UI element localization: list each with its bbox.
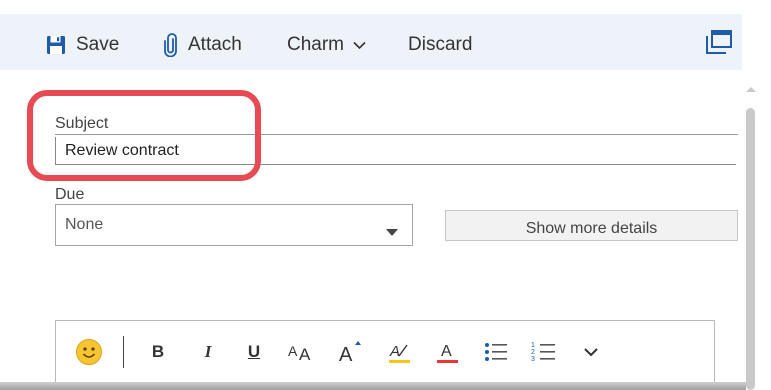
font-color-icon: A [437, 343, 458, 363]
chevron-down-icon [353, 41, 366, 50]
subject-label: Subject [55, 115, 109, 132]
svg-text:A: A [288, 343, 298, 359]
svg-text:A: A [441, 343, 452, 360]
paperclip-icon [164, 33, 178, 57]
numbering-icon: 1 2 3 [531, 342, 555, 363]
chevron-down-icon [584, 348, 598, 357]
dropdown-arrow-icon [386, 223, 398, 241]
popout-button[interactable] [704, 29, 734, 57]
highlight-icon: A [389, 343, 410, 363]
popout-icon [706, 30, 732, 54]
show-more-details-button[interactable]: Show more details [445, 210, 738, 241]
discard-button[interactable]: Discard [408, 33, 472, 57]
subject-divider [55, 134, 738, 135]
save-button[interactable]: Save [46, 33, 119, 57]
due-select[interactable]: None [55, 204, 413, 246]
subject-input[interactable] [55, 137, 736, 165]
due-label: Due [55, 186, 85, 203]
highlight-annotation [27, 90, 261, 181]
due-value: None [65, 216, 104, 233]
highlight-button[interactable]: A [386, 336, 414, 368]
font-color-button[interactable]: A [434, 336, 462, 368]
font-size-button[interactable]: A A [286, 336, 316, 368]
italic-button[interactable]: I [198, 336, 218, 368]
grow-font-button[interactable]: A [336, 336, 364, 368]
emoji-icon [76, 339, 102, 365]
charm-label: Charm [287, 34, 345, 55]
bold-button[interactable]: B [146, 336, 170, 368]
svg-text:3: 3 [531, 356, 535, 363]
font-size-icon: A A [288, 343, 311, 364]
grow-font-icon: A [339, 341, 361, 365]
discard-label: Discard [408, 34, 473, 55]
toolbar-separator [123, 336, 124, 368]
attach-button[interactable]: Attach [164, 33, 242, 57]
svg-text:A: A [389, 343, 400, 360]
svg-text:2: 2 [531, 349, 535, 356]
bullets-button[interactable] [482, 336, 510, 368]
svg-text:1: 1 [531, 342, 535, 349]
svg-text:A: A [299, 345, 311, 364]
scrollbar-thumb[interactable] [746, 108, 755, 390]
numbering-button[interactable]: 1 2 3 [530, 336, 558, 368]
emoji-button[interactable] [74, 336, 104, 368]
bullets-icon [485, 343, 507, 361]
bottom-edge-shadow [0, 382, 746, 390]
save-icon [46, 35, 66, 55]
save-label: Save [76, 34, 120, 55]
charm-dropdown[interactable]: Charm [287, 33, 366, 57]
more-formatting-button[interactable] [578, 336, 604, 368]
svg-text:A: A [339, 344, 353, 365]
scroll-up-arrow[interactable] [744, 82, 758, 94]
underline-button[interactable]: U [243, 336, 265, 368]
attach-label: Attach [188, 34, 242, 55]
